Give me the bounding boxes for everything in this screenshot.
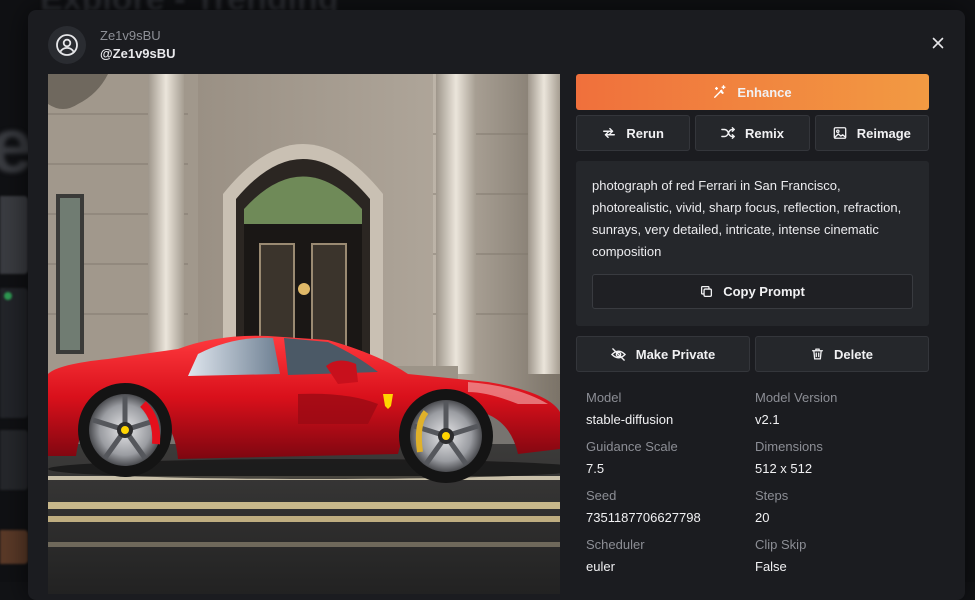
steps-label: Steps: [755, 485, 924, 507]
remix-label: Remix: [745, 126, 784, 141]
scheduler-value: euler: [586, 556, 755, 578]
image-icon: [833, 126, 847, 140]
shuffle-icon: [721, 126, 735, 140]
prompt-text: photograph of red Ferrari in San Francis…: [592, 175, 913, 263]
rerun-label: Rerun: [626, 126, 664, 141]
details-panel: Enhance Rerun: [576, 74, 929, 578]
clip-skip-field: Clip Skip False: [755, 534, 924, 578]
user-handle[interactable]: @Ze1v9sBU: [100, 45, 176, 63]
guidance-scale-label: Guidance Scale: [586, 436, 755, 458]
backdrop-status-dot: [4, 292, 12, 300]
make-private-label: Make Private: [636, 347, 716, 362]
steps-field: Steps 20: [755, 485, 924, 529]
model-field: Model stable-diffusion: [586, 387, 755, 431]
enhance-label: Enhance: [737, 85, 791, 100]
model-value: stable-diffusion: [586, 409, 755, 431]
scheduler-label: Scheduler: [586, 534, 755, 556]
copy-prompt-label: Copy Prompt: [723, 284, 805, 299]
seed-label: Seed: [586, 485, 755, 507]
scheduler-field: Scheduler euler: [586, 534, 755, 578]
modal-header: Ze1v9sBU @Ze1v9sBU: [48, 24, 176, 66]
user-display-name: Ze1v9sBU: [100, 27, 176, 45]
clip-skip-value: False: [755, 556, 924, 578]
seed-field: Seed 7351187706627798: [586, 485, 755, 529]
copy-icon: [700, 285, 713, 298]
visibility-row: Make Private Delete: [576, 336, 929, 372]
dimensions-value: 512 x 512: [755, 458, 924, 480]
generation-details: Model stable-diffusion Model Version v2.…: [576, 387, 929, 578]
backdrop-card: [0, 196, 28, 274]
backdrop-card: [0, 530, 28, 564]
delete-button[interactable]: Delete: [755, 336, 929, 372]
model-version-label: Model Version: [755, 387, 924, 409]
user-circle-icon[interactable]: [48, 26, 86, 64]
generated-image[interactable]: [48, 74, 560, 594]
image-detail-modal: Ze1v9sBU @Ze1v9sBU: [28, 10, 965, 600]
prompt-panel: photograph of red Ferrari in San Francis…: [576, 161, 929, 326]
steps-value: 20: [755, 507, 924, 529]
guidance-scale-field: Guidance Scale 7.5: [586, 436, 755, 480]
reimage-label: Reimage: [857, 126, 911, 141]
repeat-icon: [602, 126, 616, 140]
model-label: Model: [586, 387, 755, 409]
copy-prompt-button[interactable]: Copy Prompt: [592, 274, 913, 309]
enhance-button[interactable]: Enhance: [576, 74, 929, 110]
guidance-scale-value: 7.5: [586, 458, 755, 480]
remix-button[interactable]: Remix: [695, 115, 809, 151]
seed-value: 7351187706627798: [586, 507, 755, 529]
close-icon: [932, 37, 944, 49]
dimensions-field: Dimensions 512 x 512: [755, 436, 924, 480]
backdrop-card: [0, 288, 28, 418]
user-info: Ze1v9sBU @Ze1v9sBU: [100, 27, 176, 63]
model-version-value: v2.1: [755, 409, 924, 431]
close-button[interactable]: [929, 34, 947, 52]
backdrop-card: [0, 430, 28, 490]
trash-icon: [811, 347, 824, 361]
eye-off-icon: [611, 347, 626, 362]
delete-label: Delete: [834, 347, 873, 362]
action-row: Rerun Remix: [576, 115, 929, 151]
magic-wand-icon: [713, 85, 727, 99]
model-version-field: Model Version v2.1: [755, 387, 924, 431]
rerun-button[interactable]: Rerun: [576, 115, 690, 151]
make-private-button[interactable]: Make Private: [576, 336, 750, 372]
clip-skip-label: Clip Skip: [755, 534, 924, 556]
dimensions-label: Dimensions: [755, 436, 924, 458]
reimage-button[interactable]: Reimage: [815, 115, 929, 151]
